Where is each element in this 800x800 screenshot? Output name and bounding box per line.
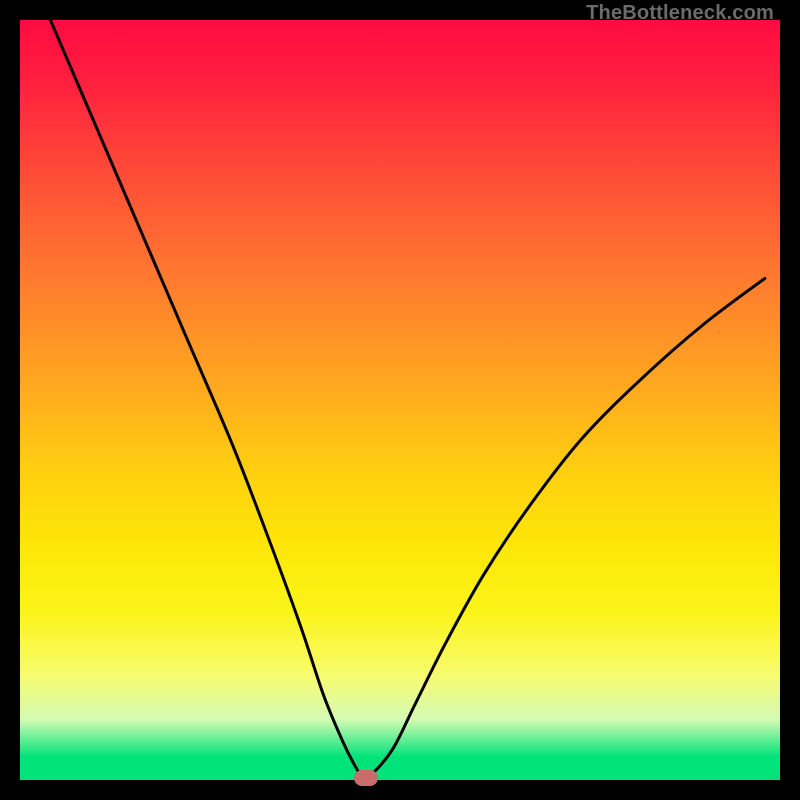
chart-frame: TheBottleneck.com: [0, 0, 800, 800]
plot-area: [20, 20, 780, 780]
optimum-marker: [354, 770, 378, 786]
curve-path: [50, 20, 764, 779]
curve-svg: [20, 20, 780, 780]
